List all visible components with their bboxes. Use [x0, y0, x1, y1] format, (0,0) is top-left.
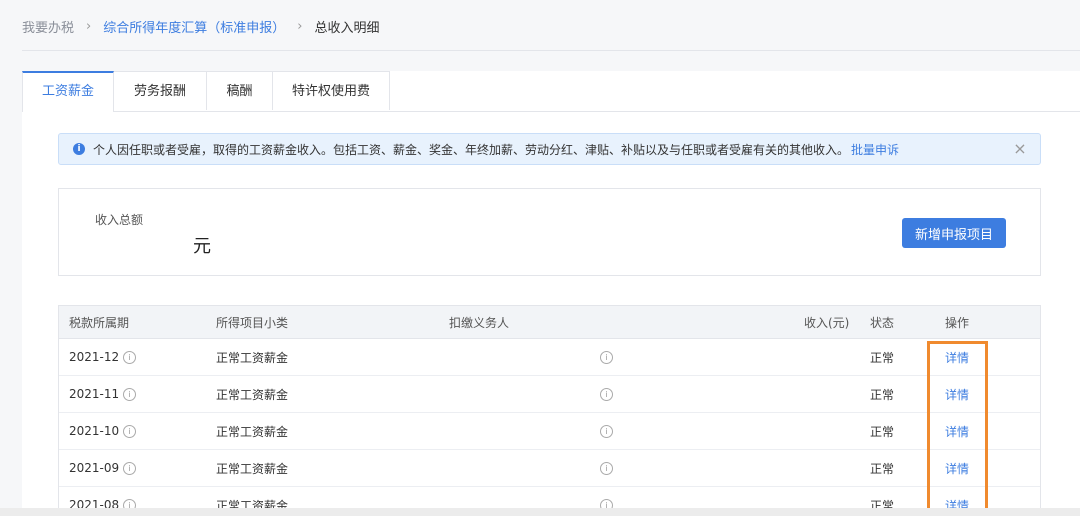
notice-banner: i 个人因任职或者受雇，取得的工资薪金收入。包括工资、薪金、奖金、年终加薪、劳动… [58, 133, 1041, 165]
header-action: 操作 [945, 315, 970, 330]
detail-link[interactable]: 详情 [945, 386, 969, 403]
breadcrumb-current: 总收入明细 [314, 20, 380, 36]
period-cell: 2021-12 i [69, 339, 137, 375]
page: 我要办税 › 综合所得年度汇算（标准申报） › 总收入明细 工资薪金 劳务报酬 … [0, 0, 1080, 516]
total-income-panel: 收入总额 元 新增申报项目 [58, 188, 1041, 276]
info-circle-icon[interactable]: i [600, 461, 613, 475]
status-cell: 正常 [870, 461, 895, 476]
info-circle-icon[interactable]: i [123, 424, 137, 438]
period-cell: 2021-11 i [69, 376, 137, 412]
chevron-right-icon: › [86, 18, 92, 34]
header-payer: 扣缴义务人 [449, 315, 510, 330]
tab-royalties[interactable]: 特许权使用费 [273, 71, 390, 110]
info-icon: i [73, 143, 85, 155]
table-header: 税款所属期 所得项目小类 扣缴义务人 收入(元) 状态 操作 [59, 306, 1040, 339]
item-cell: 正常工资薪金 [216, 461, 289, 476]
status-cell: 正常 [870, 350, 895, 365]
action-cell: 详情 [945, 413, 969, 449]
batch-appeal-link[interactable]: 批量申诉 [851, 141, 899, 158]
item-cell: 正常工资薪金 [216, 350, 289, 365]
info-circle-icon[interactable]: i [123, 461, 137, 475]
info-circle-icon[interactable]: i [123, 350, 137, 364]
info-circle-icon[interactable]: i [600, 350, 613, 364]
payer-cell: i [600, 376, 613, 412]
status-cell: 正常 [870, 424, 895, 439]
bottom-edge [0, 508, 1080, 516]
tab-labor-remuneration[interactable]: 劳务报酬 [114, 71, 207, 110]
header-income: 收入(元) [804, 315, 850, 330]
detail-link[interactable]: 详情 [945, 423, 969, 440]
breadcrumb-annual-settlement[interactable]: 综合所得年度汇算（标准申报） [103, 17, 285, 36]
header-period: 税款所属期 [69, 315, 130, 330]
total-income-unit: 元 [193, 236, 211, 257]
payer-cell: i [600, 413, 613, 449]
info-circle-icon[interactable]: i [123, 387, 137, 401]
add-declaration-item-button[interactable]: 新增申报项目 [902, 218, 1006, 248]
status-cell: 正常 [870, 387, 895, 402]
action-cell: 详情 [945, 339, 969, 375]
table-row: 2021-12 i 正常工资薪金 i 正常 详情 [59, 339, 1040, 376]
chevron-right-icon: › [297, 18, 303, 34]
header-status: 状态 [870, 315, 895, 330]
main-card: 工资薪金 劳务报酬 稿酬 特许权使用费 i 个人因任职或者受雇，取得的工资薪金收… [22, 71, 1080, 516]
income-table: 税款所属期 所得项目小类 扣缴义务人 收入(元) 状态 操作 2021-12 i … [58, 305, 1041, 516]
period-value: 2021-09 [69, 461, 120, 475]
header-item: 所得项目小类 [216, 315, 289, 330]
tab-author-remuneration[interactable]: 稿酬 [207, 71, 273, 110]
period-cell: 2021-09 i [69, 450, 137, 486]
table-row: 2021-09 i 正常工资薪金 i 正常 详情 [59, 450, 1040, 487]
period-cell: 2021-10 i [69, 413, 137, 449]
period-value: 2021-10 [69, 424, 120, 438]
action-cell: 详情 [945, 376, 969, 412]
period-value: 2021-12 [69, 350, 120, 364]
period-value: 2021-11 [69, 387, 120, 401]
notice-text: 个人因任职或者受雇，取得的工资薪金收入。包括工资、薪金、奖金、年终加薪、劳动分红… [93, 142, 850, 157]
tab-salary[interactable]: 工资薪金 [22, 71, 114, 112]
detail-link[interactable]: 详情 [945, 460, 969, 477]
payer-cell: i [600, 339, 613, 375]
breadcrumb: 我要办税 › 综合所得年度汇算（标准申报） › 总收入明细 [22, 16, 379, 36]
item-cell: 正常工资薪金 [216, 387, 289, 402]
table-row: 2021-10 i 正常工资薪金 i 正常 详情 [59, 413, 1040, 450]
payer-cell: i [600, 450, 613, 486]
table-row: 2021-11 i 正常工资薪金 i 正常 详情 [59, 376, 1040, 413]
action-cell: 详情 [945, 450, 969, 486]
tab-bar: 工资薪金 劳务报酬 稿酬 特许权使用费 [22, 71, 1080, 112]
breadcrumb-home[interactable]: 我要办税 [22, 17, 74, 36]
item-cell: 正常工资薪金 [216, 424, 289, 439]
info-circle-icon[interactable]: i [600, 387, 613, 401]
detail-link[interactable]: 详情 [945, 349, 969, 366]
close-icon[interactable]: × [1012, 141, 1028, 157]
total-income-label: 收入总额 [95, 213, 144, 227]
divider [22, 50, 1080, 51]
info-circle-icon[interactable]: i [600, 424, 613, 438]
